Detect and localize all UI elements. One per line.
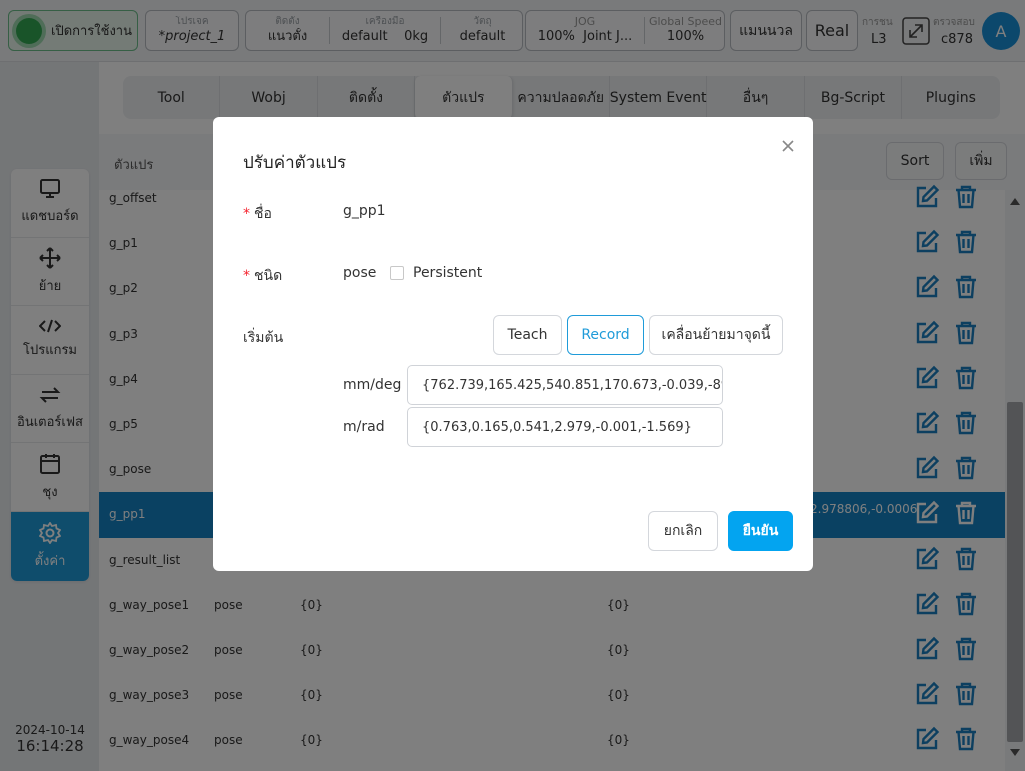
- type-label: * ชนิด: [243, 265, 282, 287]
- required-mark: *: [243, 206, 250, 222]
- persistent-label: Persistent: [413, 265, 483, 281]
- close-icon[interactable]: [781, 139, 795, 153]
- mmdeg-input[interactable]: {762.739,165.425,540.851,170.673,-0.039,…: [407, 365, 723, 405]
- mrad-input[interactable]: {0.763,0.165,0.541,2.979,-0.001,-1.569}: [407, 407, 723, 447]
- name-label-text: ชื่อ: [254, 206, 272, 222]
- cancel-button[interactable]: ยกเลิก: [648, 511, 718, 551]
- name-value: g_pp1: [343, 203, 386, 219]
- record-button[interactable]: Record: [567, 315, 644, 355]
- dialog-title: ปรับค่าตัวแปร: [243, 153, 347, 173]
- move-to-point-button[interactable]: เคลื่อนย้ายมาจุดนี้: [649, 315, 783, 355]
- edit-variable-dialog: ปรับค่าตัวแปร * ชื่อ g_pp1 * ชนิด pose Per…: [213, 117, 813, 571]
- type-value: pose: [343, 265, 377, 281]
- confirm-button[interactable]: ยืนยัน: [728, 511, 793, 551]
- name-label: * ชื่อ: [243, 203, 272, 225]
- required-mark: *: [243, 268, 250, 284]
- init-label: เริ่มต้น: [243, 330, 284, 346]
- persistent-checkbox[interactable]: [390, 266, 404, 280]
- teach-button[interactable]: Teach: [493, 315, 562, 355]
- mrad-label: m/rad: [343, 419, 385, 435]
- mmdeg-label: mm/deg: [343, 377, 402, 393]
- type-label-text: ชนิด: [254, 268, 283, 284]
